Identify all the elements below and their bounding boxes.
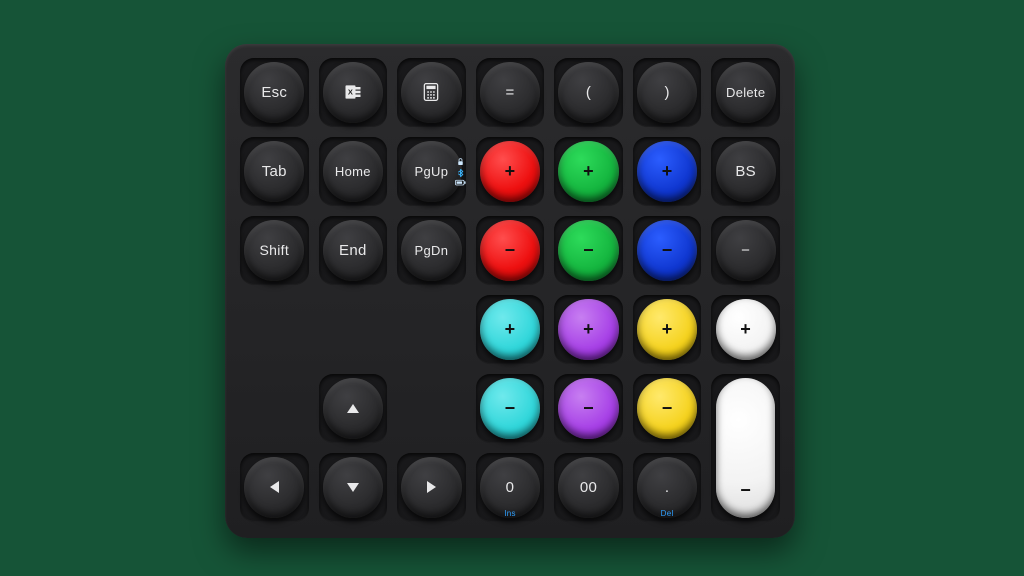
spacer bbox=[240, 295, 309, 364]
key-bs[interactable]: BS bbox=[711, 137, 780, 206]
key-arrow-left[interactable] bbox=[240, 453, 309, 522]
key-end[interactable]: End bbox=[319, 216, 388, 285]
sublabel-del: Del bbox=[633, 509, 702, 518]
spacer bbox=[397, 374, 466, 443]
key-dot[interactable]: . Del bbox=[633, 453, 702, 522]
spacer bbox=[397, 295, 466, 364]
key-tab[interactable]: Tab bbox=[240, 137, 309, 206]
key-cyan-minus[interactable]: − bbox=[476, 374, 545, 443]
key-arrow-down[interactable] bbox=[319, 453, 388, 522]
key-arrow-right[interactable] bbox=[397, 453, 466, 522]
key-white-plus[interactable]: + bbox=[711, 295, 780, 364]
spacer bbox=[319, 295, 388, 364]
key-yellow-minus[interactable]: − bbox=[633, 374, 702, 443]
key-pgup[interactable]: PgUp bbox=[397, 137, 466, 206]
arrow-up-icon bbox=[323, 378, 383, 439]
arrow-down-icon bbox=[323, 457, 383, 518]
status-indicator-icon bbox=[454, 157, 468, 186]
key-red-minus[interactable]: − bbox=[476, 216, 545, 285]
key-excel[interactable]: X bbox=[319, 58, 388, 127]
key-green-plus[interactable]: + bbox=[554, 137, 623, 206]
key-zero[interactable]: 0 Ins bbox=[476, 453, 545, 522]
key-white-minus-tall[interactable]: − bbox=[711, 374, 780, 522]
key-right-paren[interactable]: ) bbox=[633, 58, 702, 127]
key-purple-plus[interactable]: + bbox=[554, 295, 623, 364]
key-delete[interactable]: Delete bbox=[711, 58, 780, 127]
key-arrow-up[interactable] bbox=[319, 374, 388, 443]
key-purple-minus[interactable]: − bbox=[554, 374, 623, 443]
key-equals[interactable]: = bbox=[476, 58, 545, 127]
key-calculator[interactable] bbox=[397, 58, 466, 127]
excel-icon: X bbox=[323, 62, 383, 123]
key-green-minus[interactable]: − bbox=[554, 216, 623, 285]
key-shift[interactable]: Shift bbox=[240, 216, 309, 285]
key-yellow-plus[interactable]: + bbox=[633, 295, 702, 364]
key-double-zero[interactable]: 00 bbox=[554, 453, 623, 522]
spacer bbox=[240, 374, 309, 443]
key-esc[interactable]: Esc bbox=[240, 58, 309, 127]
arrow-right-icon bbox=[401, 457, 461, 518]
key-home[interactable]: Home bbox=[319, 137, 388, 206]
key-cyan-plus[interactable]: + bbox=[476, 295, 545, 364]
svg-text:X: X bbox=[348, 88, 353, 97]
key-left-paren[interactable]: ( bbox=[554, 58, 623, 127]
key-blue-plus[interactable]: + bbox=[633, 137, 702, 206]
arrow-left-icon bbox=[244, 457, 304, 518]
key-pgdn[interactable]: PgDn bbox=[397, 216, 466, 285]
sublabel-ins: Ins bbox=[476, 509, 545, 518]
key-minus[interactable]: − bbox=[711, 216, 780, 285]
keypad-device: Esc X = ( ) Delete Tab Home PgUp + + + B… bbox=[225, 44, 795, 538]
calculator-icon bbox=[401, 62, 461, 123]
key-blue-minus[interactable]: − bbox=[633, 216, 702, 285]
key-red-plus[interactable]: + bbox=[476, 137, 545, 206]
